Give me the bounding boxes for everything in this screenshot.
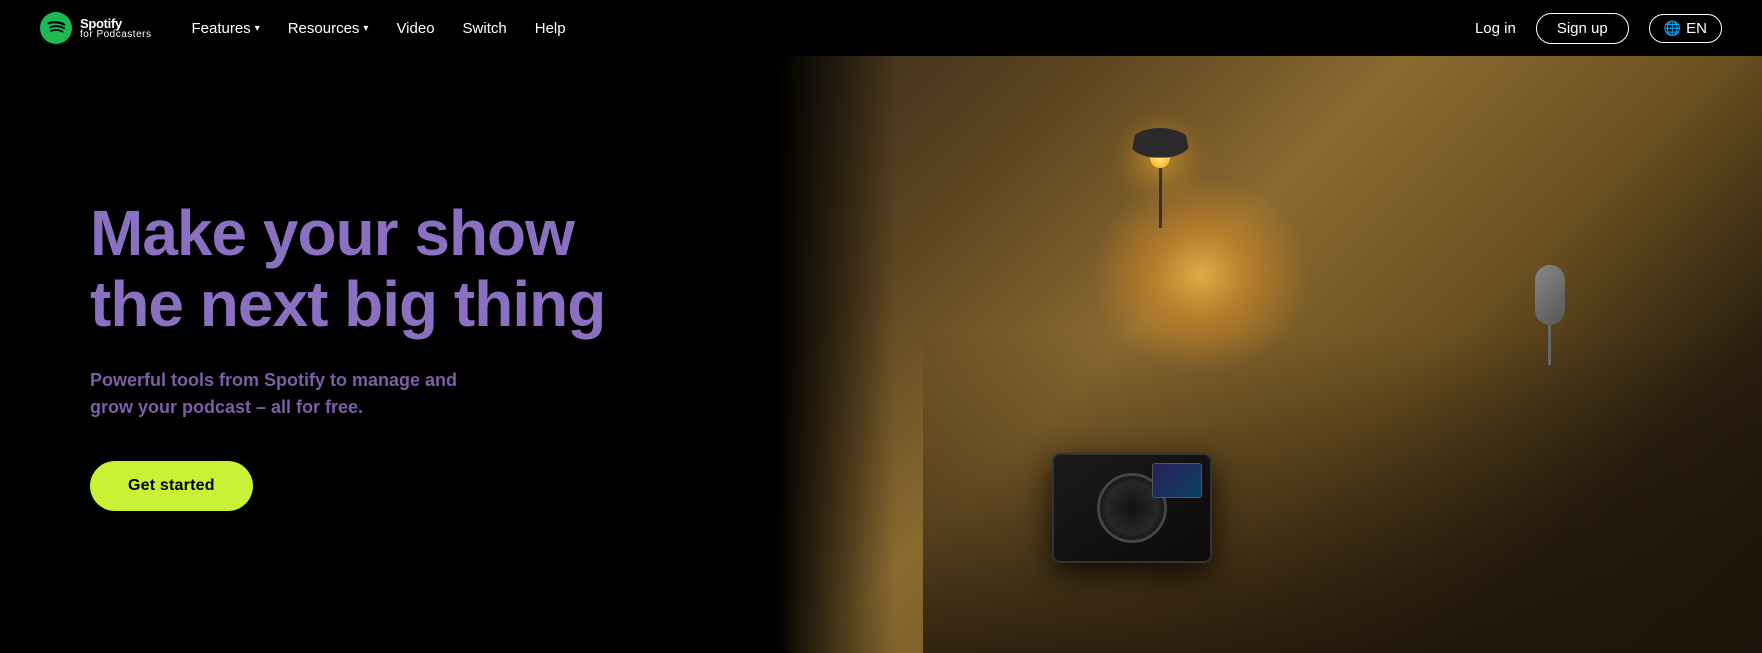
globe-icon: 🌐	[1664, 20, 1681, 37]
navbar: Spotify for Podcasters Features ▾ Resour…	[0, 0, 1762, 56]
features-caret-icon: ▾	[255, 23, 260, 34]
camera-body-icon	[1052, 453, 1212, 563]
lang-label: EN	[1686, 20, 1707, 37]
microphone	[1535, 265, 1565, 365]
nav-link-video[interactable]: Video	[396, 20, 434, 37]
camera	[1052, 453, 1212, 563]
nav-item-video: Video	[396, 20, 434, 37]
nav-item-help: Help	[535, 20, 566, 37]
logo-link[interactable]: Spotify for Podcasters	[40, 12, 151, 44]
logo-brand: Spotify	[80, 17, 151, 30]
nav-link-switch[interactable]: Switch	[463, 20, 507, 37]
spotify-logo-icon	[40, 12, 72, 44]
person-silhouette	[923, 116, 1762, 653]
nav-item-switch: Switch	[463, 20, 507, 37]
nav-item-resources: Resources ▾	[288, 20, 369, 37]
logo-text: Spotify for Podcasters	[80, 17, 151, 40]
logo-sub: for Podcasters	[80, 30, 151, 40]
hero-subtext: Powerful tools from Spotify to manage an…	[90, 367, 470, 421]
left-fade-overlay	[775, 56, 895, 653]
hero-image-bg	[775, 56, 1762, 653]
language-selector[interactable]: 🌐 EN	[1649, 14, 1722, 43]
login-link[interactable]: Log in	[1475, 20, 1516, 37]
hero-content: Make your show the next big thing Powerf…	[0, 56, 775, 653]
resources-caret-icon: ▾	[363, 23, 368, 34]
hero-section: Make your show the next big thing Powerf…	[0, 56, 1762, 653]
camera-screen-icon	[1152, 463, 1202, 498]
nav-item-features: Features ▾	[191, 20, 259, 37]
hero-image	[775, 56, 1762, 653]
mic-stand-icon	[1548, 325, 1551, 365]
mic-body-icon	[1535, 265, 1565, 325]
nav-link-features[interactable]: Features ▾	[191, 20, 259, 37]
nav-right: Log in Sign up 🌐 EN	[1475, 13, 1722, 44]
get-started-button[interactable]: Get started	[90, 461, 253, 511]
nav-links: Features ▾ Resources ▾ Video Switch	[191, 20, 565, 37]
nav-link-resources[interactable]: Resources ▾	[288, 20, 369, 37]
hero-headline: Make your show the next big thing	[90, 198, 735, 339]
signup-link[interactable]: Sign up	[1536, 13, 1629, 44]
podcast-scene	[775, 56, 1762, 653]
nav-left: Spotify for Podcasters Features ▾ Resour…	[40, 12, 566, 44]
nav-link-help[interactable]: Help	[535, 20, 566, 37]
